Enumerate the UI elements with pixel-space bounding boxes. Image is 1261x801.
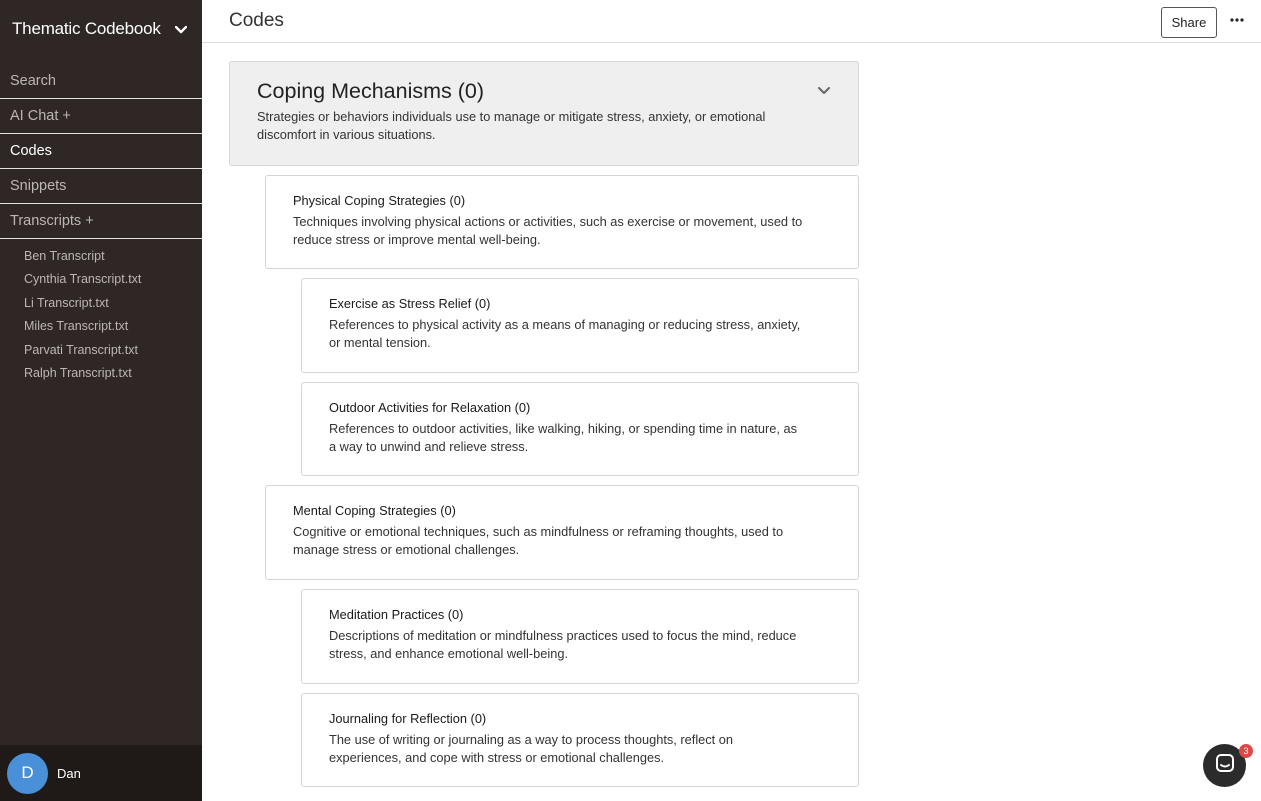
code-description: Descriptions of meditation or mindfulnes… bbox=[329, 628, 797, 661]
top-bar: Codes Share bbox=[202, 0, 1261, 43]
code-card[interactable]: Mental Coping Strategies (0) Cognitive o… bbox=[265, 485, 859, 580]
code-card-root[interactable]: Coping Mechanisms (0) Strategies or beha… bbox=[229, 61, 859, 166]
code-title: Mental Coping Strategies (0) bbox=[293, 503, 456, 518]
code-title: Physical Coping Strategies (0) bbox=[293, 193, 466, 208]
code-title: Journaling for Reflection (0) bbox=[329, 711, 487, 726]
transcript-item[interactable]: Cynthia Transcript.txt bbox=[0, 268, 202, 292]
code-title: Outdoor Activities for Relaxation (0) bbox=[329, 400, 531, 415]
code-description: References to outdoor activities, like w… bbox=[329, 421, 798, 454]
code-description: Strategies or behaviors individuals use … bbox=[257, 109, 766, 142]
code-description: Techniques involving physical actions or… bbox=[293, 214, 803, 247]
code-card[interactable]: Exercise as Stress Relief (0) References… bbox=[301, 278, 859, 373]
code-title: Exercise as Stress Relief (0) bbox=[329, 296, 491, 311]
notification-badge: 3 bbox=[1239, 744, 1253, 758]
code-description: Cognitive or emotional techniques, such … bbox=[293, 524, 784, 557]
code-card[interactable]: Outdoor Activities for Relaxation (0) Re… bbox=[301, 382, 859, 476]
sidebar-item-snippets[interactable]: Snippets bbox=[0, 169, 202, 204]
chevron-down-icon[interactable] bbox=[818, 82, 832, 94]
transcript-item[interactable]: Parvati Transcript.txt bbox=[0, 338, 202, 362]
code-description: The use of writing or journaling as a wa… bbox=[329, 732, 734, 765]
sidebar-item-transcripts[interactable]: Transcripts + bbox=[0, 204, 202, 239]
chevron-down-icon[interactable] bbox=[174, 23, 188, 37]
codebook-selector[interactable]: Thematic Codebook bbox=[0, 0, 202, 58]
sidebar-item-ai-chat[interactable]: AI Chat + bbox=[0, 99, 202, 134]
chat-icon bbox=[1215, 753, 1235, 778]
codebook-title: Thematic Codebook bbox=[12, 19, 161, 38]
user-name: Dan bbox=[57, 765, 81, 781]
sidebar-item-search[interactable]: Search bbox=[0, 64, 202, 99]
code-title: Meditation Practices (0) bbox=[329, 607, 464, 622]
user-menu[interactable]: D Dan bbox=[0, 745, 202, 801]
sidebar-nav: Search AI Chat + Codes Snippets Transcri… bbox=[0, 64, 202, 385]
transcript-item[interactable]: Ben Transcript bbox=[0, 244, 202, 268]
transcript-item[interactable]: Li Transcript.txt bbox=[0, 291, 202, 315]
avatar[interactable]: D bbox=[7, 752, 48, 794]
code-card[interactable]: Meditation Practices (0) Descriptions of… bbox=[301, 589, 859, 684]
sidebar-item-codes[interactable]: Codes bbox=[0, 134, 202, 169]
code-title: Coping Mechanisms (0) bbox=[257, 79, 485, 103]
share-button[interactable]: Share bbox=[1161, 7, 1217, 38]
transcript-item[interactable]: Ralph Transcript.txt bbox=[0, 362, 202, 386]
code-card[interactable]: Physical Coping Strategies (0) Technique… bbox=[265, 175, 859, 269]
code-card[interactable]: Journaling for Reflection (0) The use of… bbox=[301, 693, 859, 787]
code-description: References to physical activity as a mea… bbox=[329, 317, 801, 350]
sidebar: Thematic Codebook Search AI Chat + Codes… bbox=[0, 0, 202, 801]
transcript-list: Ben Transcript Cynthia Transcript.txt Li… bbox=[0, 239, 202, 385]
page-title: Codes bbox=[229, 10, 284, 31]
more-options-icon[interactable] bbox=[1226, 11, 1248, 29]
transcript-item[interactable]: Miles Transcript.txt bbox=[0, 315, 202, 339]
